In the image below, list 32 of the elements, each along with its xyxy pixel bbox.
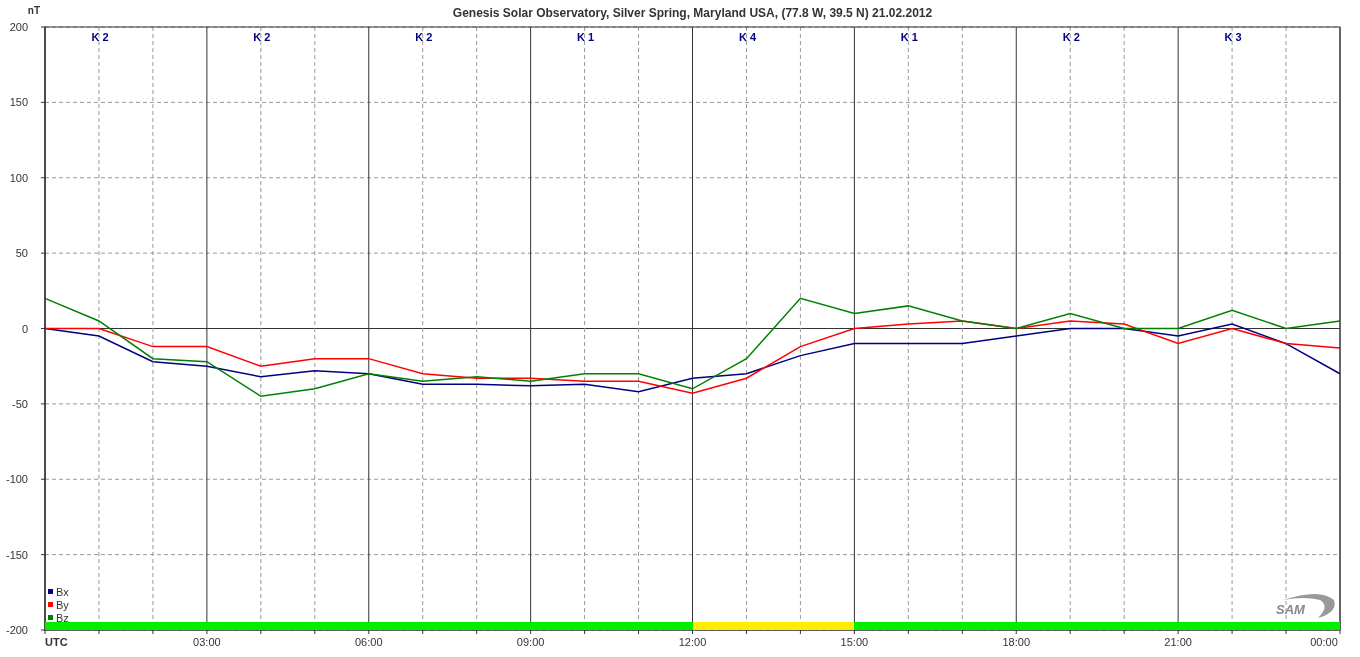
- axis-tick-label: 12:00: [678, 636, 707, 648]
- axis-tick-label: 18:00: [1002, 636, 1030, 648]
- k-index-label: K 1: [900, 31, 918, 43]
- axis-tick-label: 150: [9, 96, 28, 109]
- axis-tick-label: 50: [15, 247, 28, 260]
- k-index-label: K 1: [577, 31, 595, 43]
- axis-tick-label: UTC: [45, 636, 68, 648]
- k-index-label: K 3: [1224, 31, 1242, 43]
- k-index-label: K 2: [91, 31, 109, 43]
- axis-tick-label: -100: [5, 473, 28, 486]
- axis-tick-label: -200: [5, 624, 28, 636]
- k-index-label: K 4: [738, 31, 756, 43]
- axis-tick-label: 0: [21, 322, 28, 335]
- logo: SAM: [1276, 594, 1335, 618]
- axis-tick-label: 200: [9, 21, 28, 33]
- k-index-label: K 2: [253, 31, 271, 43]
- y-axis-label: nT: [27, 5, 40, 16]
- chart-title: Genesis Solar Observatory, Silver Spring, Maryland USA, (77.8 W, 39.5 N) 21.02.2012: [452, 6, 933, 20]
- legend-label: Bx: [56, 586, 69, 598]
- axis-tick-label: 21:00: [1164, 636, 1192, 648]
- axis-tick-label: 100: [9, 171, 28, 184]
- axis-tick-label: 15:00: [840, 636, 869, 648]
- axis-tick-label: 06:00: [355, 636, 383, 648]
- axis-tick-label: 03:00: [193, 636, 221, 648]
- axis-tick-label: 00:00: [1310, 636, 1338, 648]
- axis-tick-label: 09:00: [516, 636, 545, 648]
- legend-label: Bz: [56, 612, 69, 624]
- axis-tick-label: -150: [5, 548, 28, 561]
- k-index-label: K 2: [415, 31, 433, 43]
- axis-tick-label: -50: [12, 397, 28, 410]
- k-index-label: K 2: [1062, 31, 1080, 43]
- legend-label: By: [56, 599, 69, 611]
